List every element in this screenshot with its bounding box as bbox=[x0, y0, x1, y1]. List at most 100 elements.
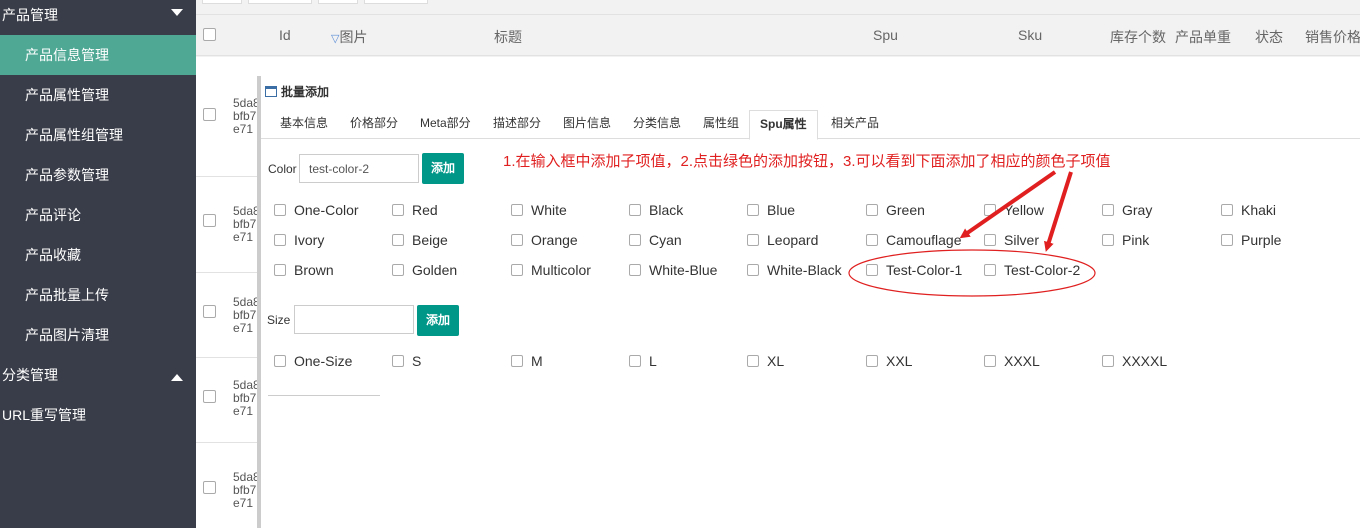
dialog-title-text: 批量添加 bbox=[281, 85, 330, 99]
sidebar-item-batch-upload[interactable]: 产品批量上传 bbox=[0, 275, 196, 315]
size-checkbox[interactable] bbox=[629, 355, 641, 367]
color-checkbox[interactable] bbox=[274, 234, 286, 246]
tab-spu-attribute[interactable]: Spu属性 bbox=[749, 110, 818, 140]
dialog-tabs: 基本信息 价格部分 Meta部分 描述部分 图片信息 分类信息 属性组 Spu属… bbox=[261, 110, 1360, 140]
sidebar-item-product-reviews[interactable]: 产品评论 bbox=[0, 195, 196, 235]
color-checkbox[interactable] bbox=[274, 204, 286, 216]
color-checkbox[interactable] bbox=[274, 264, 286, 276]
color-checkbox[interactable] bbox=[747, 234, 759, 246]
tab-price[interactable]: 价格部分 bbox=[340, 110, 408, 139]
sidebar-item-attribute-group[interactable]: 产品属性组管理 bbox=[0, 115, 196, 155]
column-header-title[interactable]: 标题 bbox=[494, 27, 522, 47]
size-add-button[interactable]: 添加 bbox=[417, 305, 459, 336]
color-option-label: Cyan bbox=[649, 232, 682, 248]
size-checkbox[interactable] bbox=[511, 355, 523, 367]
chevron-down-icon bbox=[171, 9, 183, 16]
size-checkbox[interactable] bbox=[1102, 355, 1114, 367]
color-option-label: Pink bbox=[1122, 232, 1150, 248]
sidebar-group-category[interactable]: 分类管理 bbox=[0, 360, 196, 400]
size-option-label: XXL bbox=[886, 353, 913, 369]
column-header-image[interactable]: ▽图片 bbox=[331, 27, 367, 47]
color-checkbox[interactable] bbox=[1221, 204, 1233, 216]
color-checkbox[interactable] bbox=[511, 234, 523, 246]
color-checkbox[interactable] bbox=[866, 234, 878, 246]
sidebar-group-product[interactable]: 产品管理 bbox=[0, 0, 196, 40]
row-checkbox[interactable] bbox=[203, 108, 216, 121]
color-add-button[interactable]: 添加 bbox=[422, 153, 464, 184]
chevron-up-icon bbox=[171, 374, 183, 381]
tab-attribute-group[interactable]: 属性组 bbox=[693, 110, 749, 139]
column-header-spu[interactable]: Spu bbox=[873, 27, 898, 43]
column-header-sku[interactable]: Sku bbox=[1018, 27, 1042, 43]
color-checkbox[interactable] bbox=[392, 234, 404, 246]
color-checkbox[interactable] bbox=[629, 264, 641, 276]
column-header-price[interactable]: 销售价格 bbox=[1305, 27, 1360, 47]
color-input[interactable] bbox=[299, 154, 419, 183]
column-header-status[interactable]: 状态 bbox=[1255, 27, 1283, 47]
row-checkbox[interactable] bbox=[203, 214, 216, 227]
color-checkbox[interactable] bbox=[866, 264, 878, 276]
color-option-label: One-Color bbox=[294, 202, 359, 218]
color-option-label: Leopard bbox=[767, 232, 819, 248]
size-checkbox[interactable] bbox=[984, 355, 996, 367]
sidebar-item-label: URL重写管理 bbox=[2, 407, 87, 423]
sidebar-item-label: 产品批量上传 bbox=[25, 287, 109, 303]
size-checkbox[interactable] bbox=[274, 355, 286, 367]
row-checkbox[interactable] bbox=[203, 305, 216, 318]
size-input[interactable] bbox=[294, 305, 414, 334]
row-checkbox[interactable] bbox=[203, 481, 216, 494]
color-checkbox[interactable] bbox=[392, 264, 404, 276]
toolbar-button[interactable] bbox=[248, 0, 312, 4]
sidebar-item-product-favorites[interactable]: 产品收藏 bbox=[0, 235, 196, 275]
row-id: 5da8 bfb7 e71 bbox=[233, 205, 257, 244]
toolbar-button[interactable] bbox=[202, 0, 242, 4]
column-header-id[interactable]: Id bbox=[279, 27, 291, 43]
color-option-label: Test-Color-1 bbox=[886, 262, 963, 278]
sidebar-item-label: 产品参数管理 bbox=[25, 167, 109, 183]
column-header-weight[interactable]: 产品单重 bbox=[1175, 27, 1231, 47]
color-checkbox[interactable] bbox=[747, 264, 759, 276]
tab-related-products[interactable]: 相关产品 bbox=[821, 110, 889, 139]
row-id: 5da8 bfb7 e71 bbox=[233, 379, 257, 418]
color-checkbox[interactable] bbox=[747, 204, 759, 216]
color-checkbox[interactable] bbox=[984, 234, 996, 246]
color-checkbox[interactable] bbox=[511, 264, 523, 276]
sidebar-item-product-info[interactable]: 产品信息管理 bbox=[0, 35, 196, 75]
sidebar-item-image-cleanup[interactable]: 产品图片清理 bbox=[0, 315, 196, 355]
toolbar-button[interactable] bbox=[318, 0, 358, 4]
column-header-stock[interactable]: 库存个数 bbox=[1110, 27, 1166, 47]
sidebar-item-url-rewrite[interactable]: URL重写管理 bbox=[0, 400, 196, 440]
tab-basic-info[interactable]: 基本信息 bbox=[270, 110, 338, 139]
color-checkbox[interactable] bbox=[629, 234, 641, 246]
color-checkbox[interactable] bbox=[984, 264, 996, 276]
color-checkbox[interactable] bbox=[1102, 234, 1114, 246]
tab-meta[interactable]: Meta部分 bbox=[410, 110, 481, 139]
color-checkbox[interactable] bbox=[984, 204, 996, 216]
size-label: Size bbox=[267, 313, 291, 327]
color-checkbox[interactable] bbox=[1102, 204, 1114, 216]
select-all-checkbox[interactable] bbox=[203, 28, 216, 41]
size-option-label: XL bbox=[767, 353, 785, 369]
size-checkbox[interactable] bbox=[392, 355, 404, 367]
sidebar-item-product-params[interactable]: 产品参数管理 bbox=[0, 155, 196, 195]
color-option-label: Camouflage bbox=[886, 232, 962, 248]
row-checkbox[interactable] bbox=[203, 390, 216, 403]
color-option-label: Khaki bbox=[1241, 202, 1277, 218]
color-option-label: Yellow bbox=[1004, 202, 1044, 218]
color-checkbox[interactable] bbox=[511, 204, 523, 216]
divider bbox=[268, 395, 380, 396]
toolbar-button[interactable] bbox=[364, 0, 428, 4]
tab-category[interactable]: 分类信息 bbox=[623, 110, 691, 139]
sidebar-item-product-attribute[interactable]: 产品属性管理 bbox=[0, 75, 196, 115]
color-checkbox[interactable] bbox=[392, 204, 404, 216]
tab-images[interactable]: 图片信息 bbox=[553, 110, 621, 139]
tab-description[interactable]: 描述部分 bbox=[483, 110, 551, 139]
color-checkbox[interactable] bbox=[866, 204, 878, 216]
color-checkbox[interactable] bbox=[1221, 234, 1233, 246]
size-checkbox[interactable] bbox=[866, 355, 878, 367]
color-option-label: Multicolor bbox=[531, 262, 591, 278]
color-option-label: Blue bbox=[767, 202, 796, 218]
size-checkbox[interactable] bbox=[747, 355, 759, 367]
color-checkbox[interactable] bbox=[629, 204, 641, 216]
sidebar-item-label: 产品属性管理 bbox=[25, 87, 109, 103]
